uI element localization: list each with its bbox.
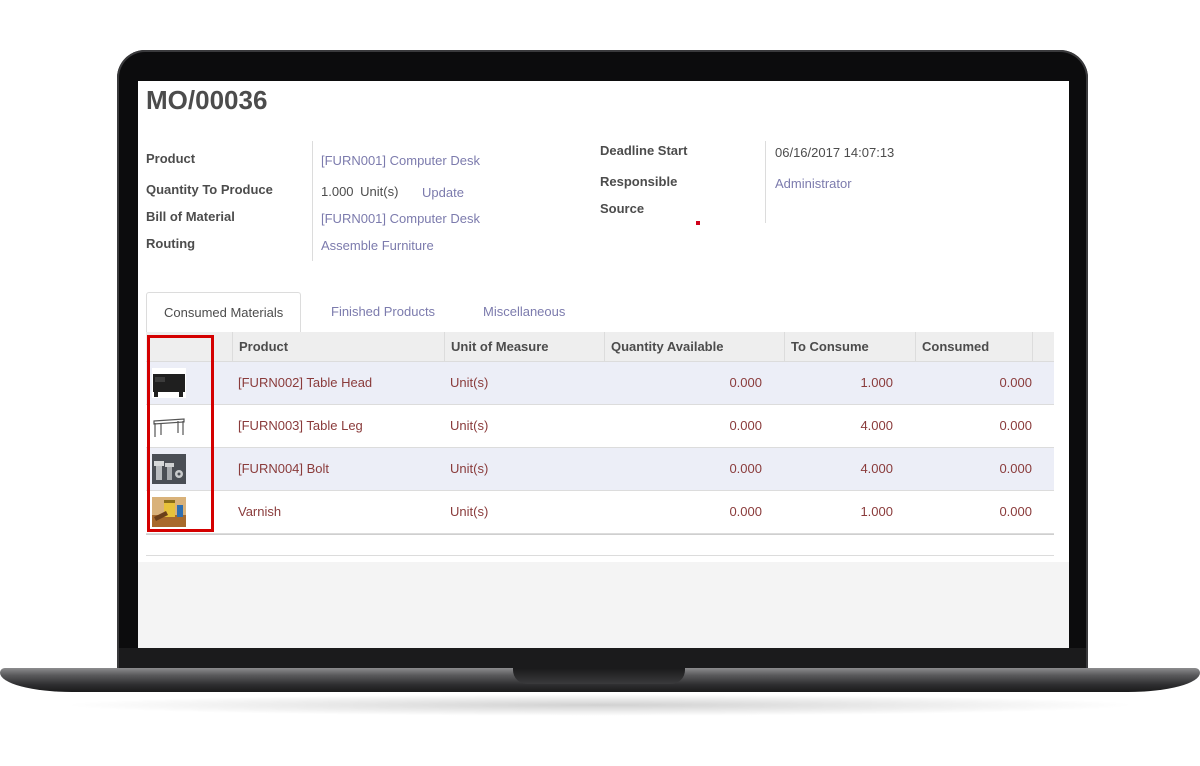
row-product[interactable]: [FURN002] Table Head <box>232 362 444 404</box>
quantity-uom: Unit(s) <box>360 184 399 199</box>
row-product[interactable]: [FURN004] Bolt <box>232 448 444 490</box>
row-quantity-available: 0.000 <box>729 418 762 433</box>
record-title: MO/00036 <box>146 85 268 115</box>
row-product[interactable]: Varnish <box>232 491 444 533</box>
field-separator-left <box>312 141 313 261</box>
column-header-product[interactable]: Product <box>232 332 444 361</box>
row-uom: Unit(s) <box>450 375 489 390</box>
tab-finished-products[interactable]: Finished Products <box>314 292 452 331</box>
row-quantity-available: 0.000 <box>729 375 762 390</box>
column-header-spacer <box>1032 332 1054 361</box>
table-header: Product Unit of Measure Quantity Availab… <box>146 332 1054 362</box>
responsible-label: Responsible <box>600 174 678 189</box>
row-product[interactable]: [FURN003] Table Leg <box>232 405 444 447</box>
row-consumed: 0.000 <box>999 504 1032 519</box>
table-row[interactable]: [FURN004] Bolt Unit(s) 0.000 4.000 0.000 <box>146 448 1054 491</box>
row-consumed: 0.000 <box>999 461 1032 476</box>
table-row[interactable]: [FURN003] Table Leg Unit(s) 0.000 4.000 … <box>146 405 1054 448</box>
row-to-consume: 4.000 <box>860 461 893 476</box>
bom-link[interactable]: [FURN001] Computer Desk <box>321 211 480 226</box>
row-consumed: 0.000 <box>999 418 1032 433</box>
image-column-highlight <box>147 335 214 532</box>
deadline-value: 06/16/2017 14:07:13 <box>775 145 895 160</box>
update-quantity-button[interactable]: Update <box>422 185 464 200</box>
column-header-consumed[interactable]: Consumed <box>915 332 1032 361</box>
product-label: Product <box>146 151 196 166</box>
row-to-consume: 4.000 <box>860 418 893 433</box>
laptop-notch <box>513 668 685 684</box>
row-to-consume: 1.000 <box>860 375 893 390</box>
bom-label: Bill of Material <box>146 209 235 224</box>
table-row[interactable]: [FURN002] Table Head Unit(s) 0.000 1.000… <box>146 362 1054 405</box>
required-marker <box>696 221 700 225</box>
laptop-shadow <box>60 694 1140 716</box>
row-quantity-available: 0.000 <box>729 504 762 519</box>
routing-label: Routing <box>146 236 196 251</box>
laptop-chin <box>119 648 1086 670</box>
tab-miscellaneous[interactable]: Miscellaneous <box>466 292 582 331</box>
quantity-value: 1.000 Unit(s) <box>321 184 398 199</box>
routing-link[interactable]: Assemble Furniture <box>321 238 434 253</box>
row-uom: Unit(s) <box>450 504 489 519</box>
deadline-label: Deadline Start <box>600 143 688 158</box>
quantity-number: 1.000 <box>321 184 354 199</box>
consumed-materials-table: Product Unit of Measure Quantity Availab… <box>146 332 1054 556</box>
product-link[interactable]: [FURN001] Computer Desk <box>321 153 480 168</box>
responsible-link[interactable]: Administrator <box>775 176 852 191</box>
row-uom: Unit(s) <box>450 461 489 476</box>
quantity-label: Quantity To Produce <box>146 182 273 197</box>
tab-bar: Consumed Materials Finished Products Mis… <box>146 292 1054 333</box>
source-label: Source <box>600 201 645 216</box>
row-consumed: 0.000 <box>999 375 1032 390</box>
field-separator-right <box>765 141 766 223</box>
column-header-quantity-available[interactable]: Quantity Available <box>604 332 784 361</box>
row-uom: Unit(s) <box>450 418 489 433</box>
form-sheet: MO/00036 Product Quantity To Produce Bil… <box>138 81 1069 562</box>
tab-consumed-materials[interactable]: Consumed Materials <box>146 292 302 333</box>
table-row[interactable]: Varnish Unit(s) 0.000 1.000 0.000 <box>146 491 1054 534</box>
column-header-to-consume[interactable]: To Consume <box>784 332 915 361</box>
row-to-consume: 1.000 <box>860 504 893 519</box>
column-header-uom[interactable]: Unit of Measure <box>444 332 604 361</box>
screen: MO/00036 Product Quantity To Produce Bil… <box>138 81 1069 648</box>
row-quantity-available: 0.000 <box>729 461 762 476</box>
table-footer <box>146 534 1054 556</box>
